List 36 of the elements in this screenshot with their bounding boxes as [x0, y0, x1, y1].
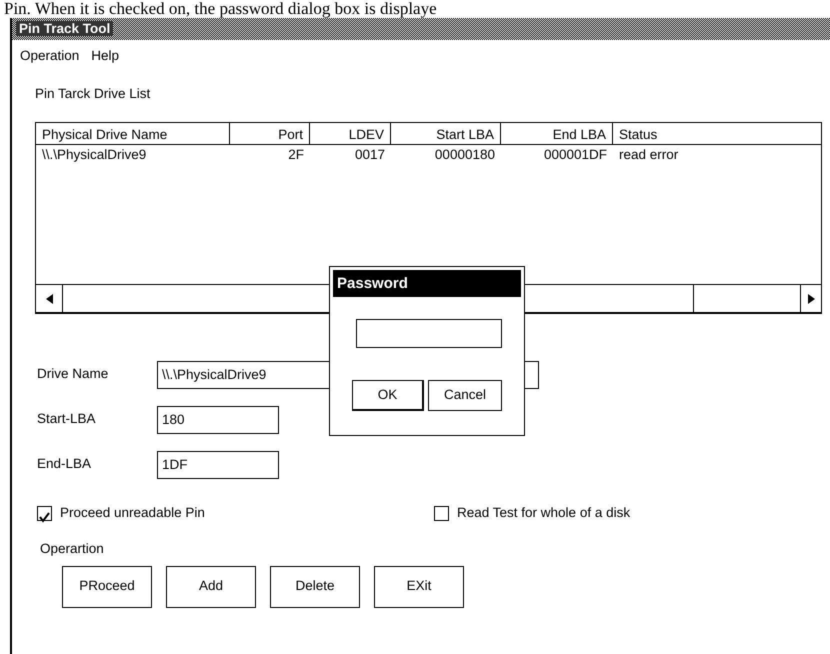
- table-cell-text: \\.\PhysicalDrive9: [41, 146, 148, 164]
- menu-item[interactable]: Help: [91, 46, 120, 70]
- column-header[interactable]: LDEV: [310, 123, 391, 144]
- action-button[interactable]: PRoceed: [62, 566, 152, 608]
- action-button[interactable]: Add: [166, 566, 256, 608]
- checkbox[interactable]: [37, 506, 52, 521]
- caption-text: Pin. When it is checked on, the password dialog box is displaye: [3, 0, 438, 18]
- column-header[interactable]: Status: [613, 123, 821, 144]
- column-header[interactable]: Physical Drive Name: [36, 123, 230, 144]
- action-button[interactable]: Delete: [270, 566, 360, 608]
- table-cell-text: 0017: [354, 146, 386, 164]
- column-header[interactable]: Start LBA: [391, 123, 501, 144]
- lba-field[interactable]: 1DF: [157, 450, 279, 478]
- menu-item[interactable]: Operation: [20, 46, 80, 70]
- column-header[interactable]: Port: [230, 123, 310, 144]
- list-title: Pin Tarck Drive List: [35, 86, 150, 101]
- table-cell-text: read error: [618, 146, 680, 164]
- scroll-thumb[interactable]: [693, 285, 801, 312]
- password-field[interactable]: [356, 319, 502, 348]
- group-label: Operartion: [40, 541, 104, 556]
- checkbox-label: Proceed unreadable Pin: [60, 504, 205, 522]
- action-button[interactable]: EXit: [374, 566, 464, 608]
- table-cell-text: 00000180: [434, 146, 496, 164]
- field-label: Drive Name: [37, 365, 110, 384]
- table-cell-text: 2F: [287, 146, 305, 164]
- dialog-button[interactable]: Cancel: [428, 380, 502, 411]
- lba-field[interactable]: 180: [157, 406, 279, 434]
- table-cell-text: 000001DF: [542, 146, 608, 164]
- dialog-title: Password: [333, 270, 521, 297]
- column-header[interactable]: End LBA: [501, 123, 613, 144]
- checkbox[interactable]: [434, 506, 449, 521]
- field-label: Start-LBA: [37, 410, 97, 428]
- window-title: Pin Track Tool: [16, 21, 114, 36]
- field-label: End-LBA: [37, 455, 92, 474]
- dialog-button[interactable]: OK: [352, 380, 424, 411]
- checkbox-label: Read Test for whole of a disk: [457, 504, 630, 522]
